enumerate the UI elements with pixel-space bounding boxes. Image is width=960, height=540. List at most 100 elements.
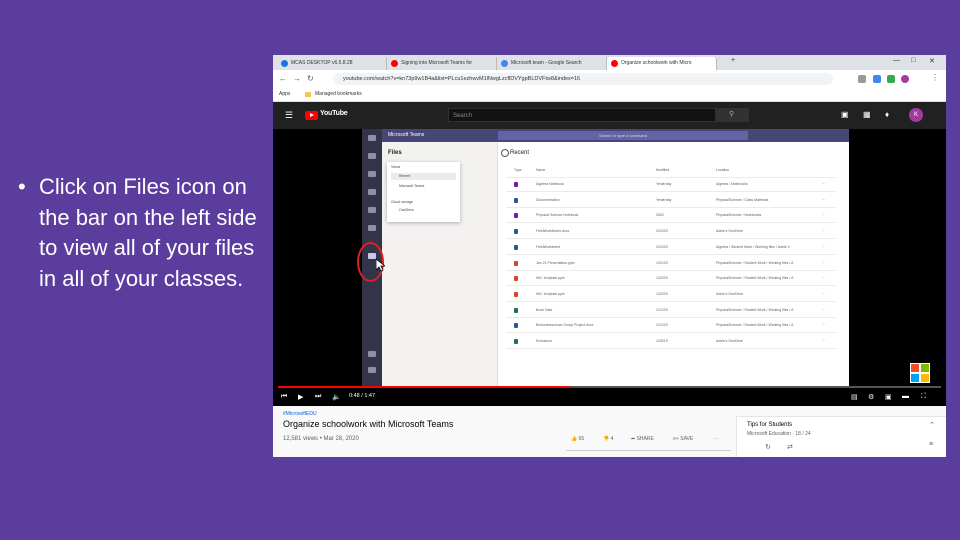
calls-icon <box>368 225 376 231</box>
create-video-icon[interactable]: ▣ <box>841 110 849 119</box>
tab-favicon <box>501 60 508 67</box>
file-modified: Yesterday <box>656 197 672 202</box>
miniplayer-icon[interactable]: ▣ <box>885 393 892 401</box>
maximize-icon[interactable]: □ <box>911 57 915 64</box>
video-meta: 12,581 views • Mar 28, 2020 <box>283 436 359 442</box>
subtitles-icon[interactable]: ▤ <box>851 393 858 401</box>
file-row: Book Data 1/12/20 PhysicalScience / Studen… <box>506 304 836 318</box>
extension-icon[interactable] <box>887 75 895 83</box>
profile-icon[interactable] <box>901 75 909 83</box>
files-views-popup: Views Recent Microsoft Teams Cloud stora… <box>387 162 460 222</box>
teams-files-panel: Files Views Recent Microsoft Teams Cloud… <box>382 142 498 387</box>
youtube-logo-icon[interactable] <box>305 111 318 120</box>
more-actions-icon[interactable]: ⋯ <box>713 436 718 442</box>
file-row: Bioluminescence Group Project.docx 1/12/2… <box>506 319 836 334</box>
video-player[interactable]: Microsoft Teams Search or type a command… <box>273 129 946 406</box>
file-name: Algebra Notebook <box>536 182 565 186</box>
file-location: PhysicalScience / Class Materials <box>716 197 769 202</box>
loop-icon[interactable]: ↻ <box>765 443 771 451</box>
chat-icon <box>368 153 376 159</box>
browser-tab-signing[interactable]: Signing into Microsoft Teams for <box>387 57 497 70</box>
file-row: WIC template.pptx 1/20/20 Adele's OneDrive… <box>506 288 836 302</box>
file-modified: 2/24/20 <box>656 229 668 234</box>
file-row: FieldWorkNotes.docx 2/24/20 Adele's OneDri… <box>506 225 836 240</box>
video-hashtag[interactable]: #MicrosoftEDU <box>283 411 317 417</box>
previous-icon[interactable]: ⏮ <box>281 393 287 401</box>
folder-icon <box>305 92 311 97</box>
file-location: Algebra / Student Work / Working files /… <box>716 244 790 249</box>
more-options-icon: ··· <box>822 244 826 249</box>
minimize-icon[interactable]: — <box>893 57 900 64</box>
tab-favicon <box>391 60 398 67</box>
share-button[interactable]: ➦ SHARE <box>631 436 654 442</box>
apps-grid-icon[interactable]: ▦ <box>863 110 871 119</box>
collapse-chevron-icon[interactable]: ⌃ <box>929 421 935 429</box>
file-type-icon <box>514 244 518 250</box>
url-field[interactable]: youtube.com/watch?v=kn73p9w1B4a&list=PLc… <box>333 73 833 85</box>
teams-search-box: Search or type a command <box>498 131 748 140</box>
youtube-logo-text[interactable]: YouTube <box>320 110 348 117</box>
video-title: Organize schoolwork with Microsoft Teams <box>283 419 454 429</box>
save-button[interactable]: ≡+ SAVE <box>673 436 693 442</box>
search-button[interactable]: ⚲ <box>716 108 749 122</box>
playlist-add-icon[interactable]: ≡ <box>929 441 933 448</box>
notifications-bell-icon[interactable]: ♦ <box>885 110 889 119</box>
like-button[interactable]: 👍 65 <box>571 436 584 442</box>
file-name: WIC template.pptx <box>536 291 565 296</box>
browser-tab-google[interactable]: Microsoft team - Google Search <box>497 57 607 70</box>
file-type-icon <box>514 339 518 344</box>
popup-item-onedrive: OneDrive <box>399 208 414 212</box>
file-row: Emissions 12/5/19 Adele's OneDrive ··· <box>506 335 836 349</box>
popup-heading-cloud: Cloud storage <box>391 200 413 204</box>
bullet-marker: • <box>18 174 26 199</box>
more-options-icon: ··· <box>822 197 826 202</box>
file-location: PhysicalScience / Student Work / Working… <box>716 276 794 281</box>
more-options-icon: ··· <box>822 339 826 343</box>
file-row: FieldWorksheet 2/24/20 Algebra / Student W… <box>506 241 836 255</box>
next-icon[interactable]: ⏭ <box>315 393 321 401</box>
clock-icon <box>501 149 509 157</box>
file-type-icon <box>514 260 518 266</box>
file-location: PhysicalScience / Notebooks <box>716 213 762 218</box>
theater-mode-icon[interactable]: ▬ <box>902 393 909 400</box>
browser-tab-organize[interactable]: Organize schoolwork with Micro <box>607 57 717 70</box>
file-type-icon <box>514 182 518 187</box>
tab-favicon <box>611 60 618 67</box>
managed-bookmarks[interactable]: Managed bookmarks <box>315 88 362 101</box>
file-name: WIC template.pptx <box>536 276 565 281</box>
avatar[interactable]: K <box>909 108 923 122</box>
reload-icon[interactable]: ↻ <box>307 74 314 83</box>
assignments-icon <box>368 189 376 195</box>
file-type-icon <box>514 213 518 219</box>
teams-app-title: Microsoft Teams <box>388 132 425 138</box>
close-icon[interactable]: ✕ <box>929 57 935 65</box>
shuffle-icon[interactable]: ⇄ <box>787 443 793 451</box>
file-name: Book Data <box>536 307 553 312</box>
teams-top-bar: Microsoft Teams Search or type a command <box>382 129 849 142</box>
forward-icon[interactable]: → <box>293 74 301 83</box>
file-name: FieldWorksheet <box>536 244 561 249</box>
hamburger-menu-icon[interactable]: ☰ <box>285 110 293 121</box>
play-icon[interactable]: ▶ <box>298 393 303 401</box>
browser-tab-mcas[interactable]: MCAS DESKTOP v6.5.8.28 <box>277 57 387 70</box>
browser-screenshot: MCAS DESKTOP v6.5.8.28 Signing into Micr… <box>273 55 946 457</box>
volume-icon[interactable]: 🔈 <box>332 393 341 401</box>
new-tab-button[interactable]: + <box>731 57 735 64</box>
apps-bookmark[interactable]: Apps <box>279 88 290 101</box>
settings-gear-icon[interactable]: ⚙ <box>868 393 874 401</box>
youtube-search-input[interactable]: Search <box>448 108 716 122</box>
file-name: Documentation <box>536 197 560 202</box>
playlist-title[interactable]: Tips for Students <box>747 422 792 428</box>
dislike-button[interactable]: 👎 4 <box>603 436 613 442</box>
browser-menu-icon[interactable]: ⋮ <box>931 73 939 82</box>
star-icon[interactable] <box>858 75 866 83</box>
file-location: PhysicalScience / Student Work / Working… <box>716 323 794 328</box>
activity-icon <box>368 135 376 141</box>
extension-icon[interactable] <box>873 75 881 83</box>
file-row: Jan 21 Presentation.pptx 1/21/20 PhysicalS… <box>506 257 836 271</box>
progress-bar[interactable] <box>278 386 941 388</box>
fullscreen-icon[interactable]: ⛶ <box>921 393 926 401</box>
file-type-icon <box>514 291 518 297</box>
file-modified: 3/5/2 <box>656 213 664 218</box>
back-icon[interactable]: ← <box>279 74 287 83</box>
